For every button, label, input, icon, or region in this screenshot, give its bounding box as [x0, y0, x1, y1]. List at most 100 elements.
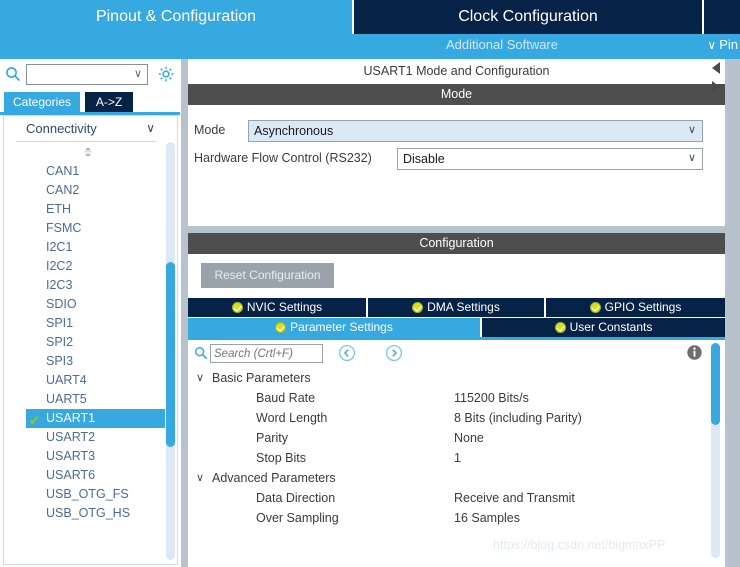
pinout-views-menu[interactable]: ∨ Pin: [707, 34, 738, 56]
sidebar-search-row: ∨: [0, 61, 180, 89]
sidebar-item[interactable]: I2C2: [4, 257, 165, 276]
mode-select[interactable]: Asynchronous ∨: [248, 120, 703, 142]
tab-categories[interactable]: Categories: [4, 92, 80, 112]
parameter-row[interactable]: Parity None: [188, 428, 725, 448]
parameter-group-header[interactable]: ∨ Basic Parameters: [188, 368, 725, 388]
tab-user-constants[interactable]: User Constants: [482, 318, 725, 337]
sidebar-item[interactable]: USART6: [4, 466, 165, 485]
sidebar-item-label: UART5: [46, 392, 87, 406]
tab-clock-configuration[interactable]: Clock Configuration: [352, 0, 704, 34]
sidebar-item-selected[interactable]: ✔ USART1: [26, 409, 165, 428]
parameter-group-label: Advanced Parameters: [212, 471, 336, 485]
tab-dma-settings[interactable]: DMA Settings: [368, 298, 546, 317]
parameter-scrollbar-thumb[interactable]: [711, 343, 720, 425]
sidebar-tab-group: Categories A->Z: [0, 92, 180, 112]
triangle-left-icon[interactable]: [712, 62, 720, 74]
mode-select-value: Asynchronous: [254, 124, 334, 138]
gear-icon[interactable]: [157, 65, 175, 83]
triangle-right-icon[interactable]: [712, 81, 720, 93]
list-scroll-indicator-icon[interactable]: [82, 146, 94, 158]
sidebar-item-label: I2C1: [46, 240, 73, 254]
peripheral-list: CAN1 CAN2 ETH FSMC I2C1 I2C2 I2C3 SDIO SPI1 SPI2 S…: [4, 162, 165, 523]
chevron-right-circle-icon[interactable]: [385, 344, 403, 362]
sidebar-item-label: SPI1: [46, 316, 74, 330]
chevron-left-circle-icon[interactable]: [338, 344, 356, 362]
parameter-value: 16 Samples: [454, 511, 521, 525]
tab-overflow-stub[interactable]: [704, 0, 740, 34]
parameter-group-header[interactable]: ∨ Advanced Parameters: [188, 468, 725, 488]
main-panel: USART1 Mode and Configuration Mode Mode …: [183, 59, 740, 567]
configuration-section-header: Configuration: [188, 233, 725, 254]
sidebar-item[interactable]: I2C1: [4, 238, 165, 257]
sidebar-item[interactable]: ETH: [4, 200, 165, 219]
sidebar-item-label: USB_OTG_FS: [46, 487, 129, 501]
panel-divider: [188, 226, 740, 233]
panel-collapse-arrows[interactable]: [710, 59, 725, 105]
sidebar-item[interactable]: USART2: [4, 428, 165, 447]
sidebar-item[interactable]: USB_OTG_FS: [4, 485, 165, 504]
parameter-group-label: Basic Parameters: [212, 371, 311, 385]
parameter-value: 8 Bits (including Parity): [454, 411, 582, 425]
reset-configuration-button[interactable]: Reset Configuration: [201, 263, 334, 288]
sidebar-search-combobox[interactable]: ∨: [26, 64, 148, 85]
sidebar-item[interactable]: UART4: [4, 371, 165, 390]
parameter-name: Data Direction: [256, 491, 336, 505]
pinout-views-label: Pin: [719, 37, 738, 52]
parameter-search-input[interactable]: [210, 344, 323, 363]
tab-parameter-settings[interactable]: Parameter Settings: [188, 318, 482, 337]
sidebar-item-label: CAN1: [46, 164, 80, 178]
tab-label: User Constants: [569, 320, 653, 334]
sidebar-item-label: USART3: [46, 449, 96, 463]
sidebar-item-label: USB_OTG_HS: [46, 506, 131, 520]
tab-label: NVIC Settings: [246, 300, 323, 314]
sidebar-item-label: SDIO: [46, 297, 77, 311]
info-icon[interactable]: [686, 344, 703, 361]
sidebar-scrollbar-thumb[interactable]: [166, 262, 175, 447]
parameter-name: Baud Rate: [256, 391, 316, 405]
parameter-value: None: [454, 431, 484, 445]
additional-software-label[interactable]: Additional Software: [352, 34, 652, 56]
hardware-flow-control-select[interactable]: Disable ∨: [397, 148, 703, 170]
chevron-down-icon: ∨: [196, 372, 205, 384]
check-circle-icon: [554, 322, 566, 333]
parameter-row[interactable]: Baud Rate 115200 Bits/s: [188, 388, 725, 408]
tab-nvic-settings[interactable]: NVIC Settings: [188, 298, 368, 317]
parameter-row[interactable]: Data Direction Receive and Transmit: [188, 488, 725, 508]
sidebar-item[interactable]: SDIO: [4, 295, 165, 314]
tab-gpio-settings[interactable]: GPIO Settings: [546, 298, 725, 317]
category-label: Connectivity: [26, 121, 97, 136]
sidebar-item-label: I2C2: [46, 259, 73, 273]
configuration-tab-row-bottom: Parameter Settings User Constants: [188, 318, 725, 337]
category-list-box: Connectivity ∨ CAN1 CAN2 ETH FSMC I2C1 I2C2 I2…: [3, 115, 178, 565]
category-divider: [16, 141, 156, 142]
search-icon: [6, 67, 21, 82]
sidebar-item[interactable]: FSMC: [4, 219, 165, 238]
parameter-row[interactable]: Stop Bits 1: [188, 448, 725, 468]
parameter-value: Receive and Transmit: [454, 491, 575, 505]
sidebar-item[interactable]: USB_OTG_HS: [4, 504, 165, 523]
search-icon: [194, 346, 208, 360]
parameter-row[interactable]: Over Sampling 16 Samples: [188, 508, 725, 528]
tab-pinout-configuration[interactable]: Pinout & Configuration: [0, 0, 352, 34]
hardware-flow-control-label: Hardware Flow Control (RS232): [194, 151, 372, 165]
parameter-name: Word Length: [256, 411, 328, 425]
parameter-row[interactable]: Word Length 8 Bits (including Parity): [188, 408, 725, 428]
sidebar-item[interactable]: CAN2: [4, 181, 165, 200]
mode-label: Mode: [194, 123, 226, 137]
sidebar-item-label: USART6: [46, 468, 96, 482]
sidebar-item[interactable]: I2C3: [4, 276, 165, 295]
sidebar-item[interactable]: SPI2: [4, 333, 165, 352]
sidebar-item-label: USART2: [46, 430, 96, 444]
sidebar-item[interactable]: SPI1: [4, 314, 165, 333]
parameter-name: Over Sampling: [256, 511, 339, 525]
sidebar-item[interactable]: SPI3: [4, 352, 165, 371]
sidebar-item[interactable]: CAN1: [4, 162, 165, 181]
chevron-down-icon: ∨: [196, 472, 205, 484]
sidebar-item-label: I2C3: [46, 278, 73, 292]
sidebar-item[interactable]: USART3: [4, 447, 165, 466]
page-title: USART1 Mode and Configuration: [188, 59, 725, 84]
tab-a-to-z[interactable]: A->Z: [85, 92, 133, 112]
mode-section-body: Mode Asynchronous ∨ Hardware Flow Contro…: [188, 105, 725, 226]
category-connectivity-header[interactable]: Connectivity ∨: [4, 118, 167, 140]
sidebar-item[interactable]: UART5: [4, 390, 165, 409]
